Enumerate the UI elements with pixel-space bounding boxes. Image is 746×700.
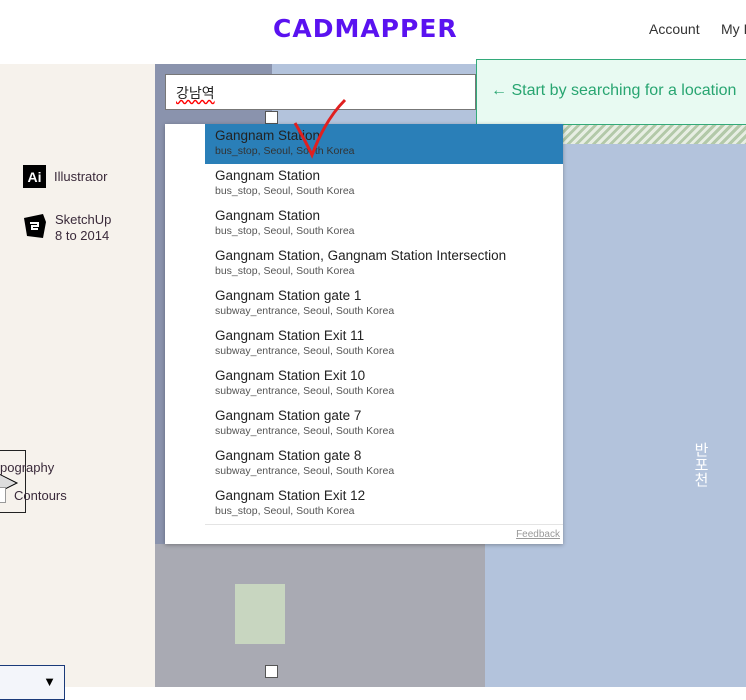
nav-account[interactable]: Account	[649, 21, 700, 37]
result-title: Gangnam Station, Gangnam Station Interse…	[215, 248, 507, 263]
hint-banner: ← Start by searching for a location	[476, 59, 746, 125]
format-illustrator[interactable]: Ai Illustrator	[23, 165, 107, 188]
result-title: Gangnam Station	[215, 208, 321, 223]
result-item[interactable]: Gangnam Station gate 1 subway_entrance, S…	[205, 284, 563, 324]
result-subtitle: bus_stop, Seoul, South Korea	[215, 225, 355, 237]
result-item[interactable]: Gangnam Station Exit 12 bus_stop, Seoul, …	[205, 484, 563, 524]
topography-label: pography	[0, 460, 55, 475]
dropdown-select[interactable]: ▼	[0, 665, 65, 700]
result-subtitle: subway_entrance, Seoul, South Korea	[215, 425, 395, 437]
result-subtitle: bus_stop, Seoul, South Korea	[215, 185, 355, 197]
map-streets	[155, 544, 485, 687]
result-title: Gangnam Station gate 8	[215, 448, 362, 463]
map-park	[235, 584, 285, 644]
result-title: Gangnam Station Exit 11	[215, 328, 365, 343]
result-title: Gangnam Station	[215, 128, 321, 143]
result-item[interactable]: Gangnam Station bus_stop, Seoul, South Ko…	[205, 204, 563, 244]
result-item[interactable]: Gangnam Station Exit 11 subway_entrance, …	[205, 324, 563, 364]
result-subtitle: bus_stop, Seoul, South Korea	[215, 265, 355, 277]
result-title: Gangnam Station gate 7	[215, 408, 362, 423]
result-item[interactable]: Gangnam Station Exit 10 subway_entrance, …	[205, 364, 563, 404]
sketchup-icon	[24, 214, 46, 238]
contours-option[interactable]: Contours	[0, 487, 67, 503]
result-subtitle: subway_entrance, Seoul, South Korea	[215, 305, 395, 317]
result-item[interactable]: Gangnam Station, Gangnam Station Interse…	[205, 244, 563, 284]
selection-handle[interactable]	[265, 111, 278, 124]
format-sketchup[interactable]: SketchUp 8 to 2014	[23, 212, 120, 244]
result-title: Gangnam Station gate 1	[215, 288, 362, 303]
result-item[interactable]: Gangnam Station gate 7 subway_entrance, S…	[205, 404, 563, 444]
contours-checkbox[interactable]	[0, 487, 6, 503]
search-results: Gangnam Station bus_stop, Seoul, South Ko…	[165, 124, 563, 544]
result-title: Gangnam Station Exit 10	[215, 368, 366, 383]
result-title: Gangnam Station Exit 12	[215, 488, 366, 503]
result-title: Gangnam Station	[215, 168, 321, 183]
illustrator-icon: Ai	[23, 165, 46, 188]
result-subtitle: subway_entrance, Seoul, South Korea	[215, 345, 395, 357]
header: CADMAPPER Account My I	[0, 0, 746, 64]
result-subtitle: subway_entrance, Seoul, South Korea	[215, 385, 395, 397]
divider	[205, 524, 563, 525]
result-subtitle: subway_entrance, Seoul, South Korea	[215, 465, 395, 477]
result-subtitle: bus_stop, Seoul, South Korea	[215, 505, 355, 517]
red-checkmark-annotation	[293, 98, 347, 159]
result-item[interactable]: Gangnam Station bus_stop, Seoul, South Ko…	[205, 164, 563, 204]
result-item[interactable]: Gangnam Station gate 8 subway_entrance, S…	[205, 444, 563, 484]
left-panel: Ai Illustrator SketchUp 8 to 2014 pograp…	[0, 64, 155, 700]
river-label: 반포천	[692, 442, 709, 487]
feedback-link[interactable]: Feedback	[516, 529, 560, 540]
nav-my[interactable]: My I	[721, 21, 746, 37]
logo[interactable]: CADMAPPER	[273, 14, 458, 43]
result-item[interactable]: Gangnam Station bus_stop, Seoul, South Ko…	[205, 124, 563, 164]
selection-handle[interactable]	[265, 665, 278, 678]
result-subtitle: bus_stop, Seoul, South Korea	[215, 145, 355, 157]
